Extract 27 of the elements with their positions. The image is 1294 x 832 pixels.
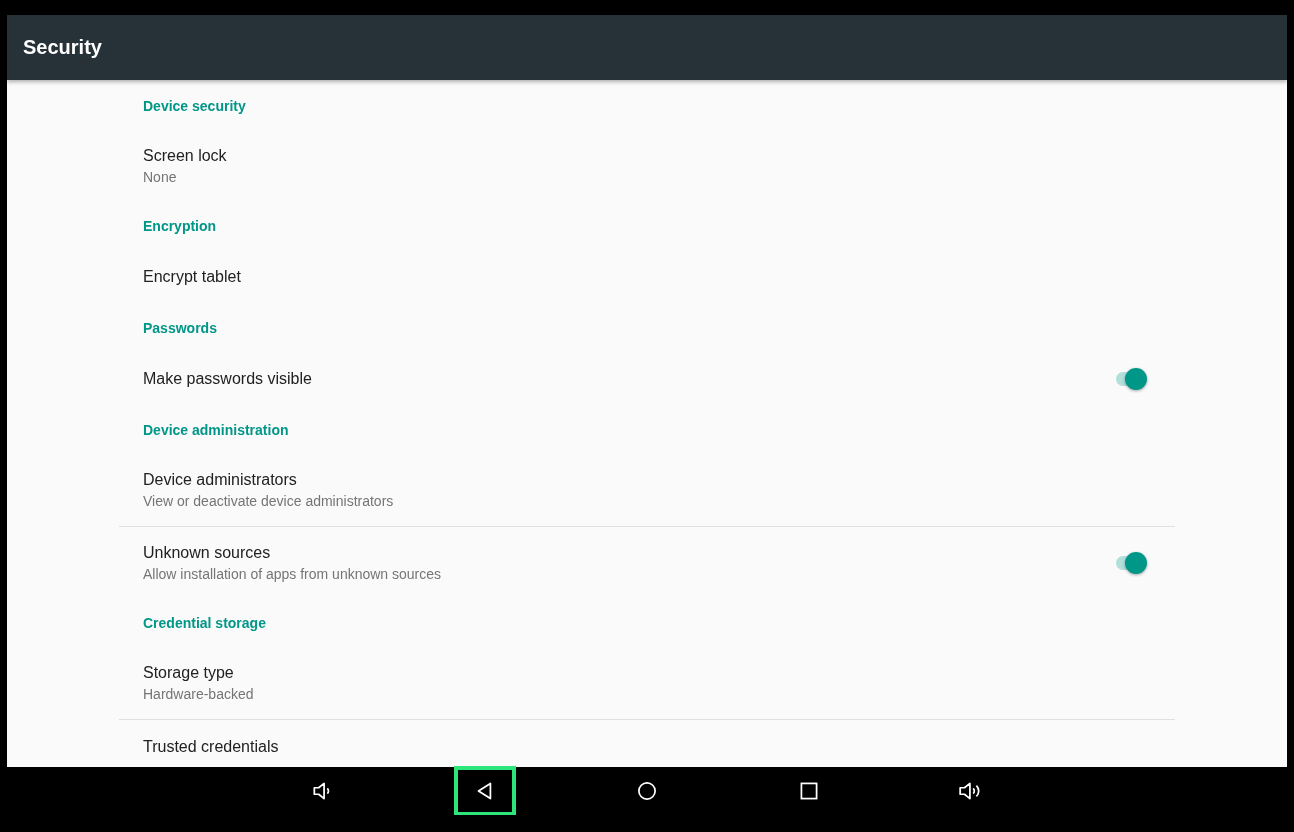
toggle-switch[interactable] — [1115, 552, 1147, 574]
item-summary: Hardware-backed — [143, 686, 255, 702]
settings-item[interactable]: Unknown sources Allow installation of apps from unknown sources — [7, 527, 1287, 599]
section-header: Passwords — [143, 320, 217, 336]
item-summary: None — [143, 169, 178, 185]
app-bar-title: Security — [23, 36, 102, 59]
settings-item[interactable]: Make passwords visible — [7, 352, 1287, 406]
section-header: Device security — [143, 98, 246, 114]
settings-item[interactable]: Storage type Hardware-backed — [7, 647, 1287, 719]
toggle-switch[interactable] — [1115, 368, 1147, 390]
settings-item[interactable]: Screen lock None — [7, 130, 1287, 202]
settings-item[interactable]: Trusted credentials — [7, 720, 1287, 767]
settings-item[interactable]: Encrypt tablet — [7, 250, 1287, 304]
back-button[interactable] — [454, 766, 516, 815]
item-title: Trusted credentials — [143, 738, 280, 756]
item-title: Encrypt tablet — [143, 268, 242, 286]
item-title: Make passwords visible — [143, 370, 313, 388]
item-summary: Allow installation of apps from unknown sources — [143, 566, 443, 582]
section-header: Encryption — [143, 218, 217, 234]
item-title: Storage type — [143, 664, 235, 682]
section-header: Credential storage — [143, 615, 266, 631]
item-title: Screen lock — [143, 147, 228, 165]
item-title: Unknown sources — [143, 544, 272, 562]
section-header: Device administration — [143, 422, 289, 438]
item-summary: View or deactivate device administrators — [143, 493, 395, 509]
settings-item[interactable]: Device administrators View or deactivate device administrators — [7, 454, 1287, 526]
item-title: Device administrators — [143, 471, 298, 489]
